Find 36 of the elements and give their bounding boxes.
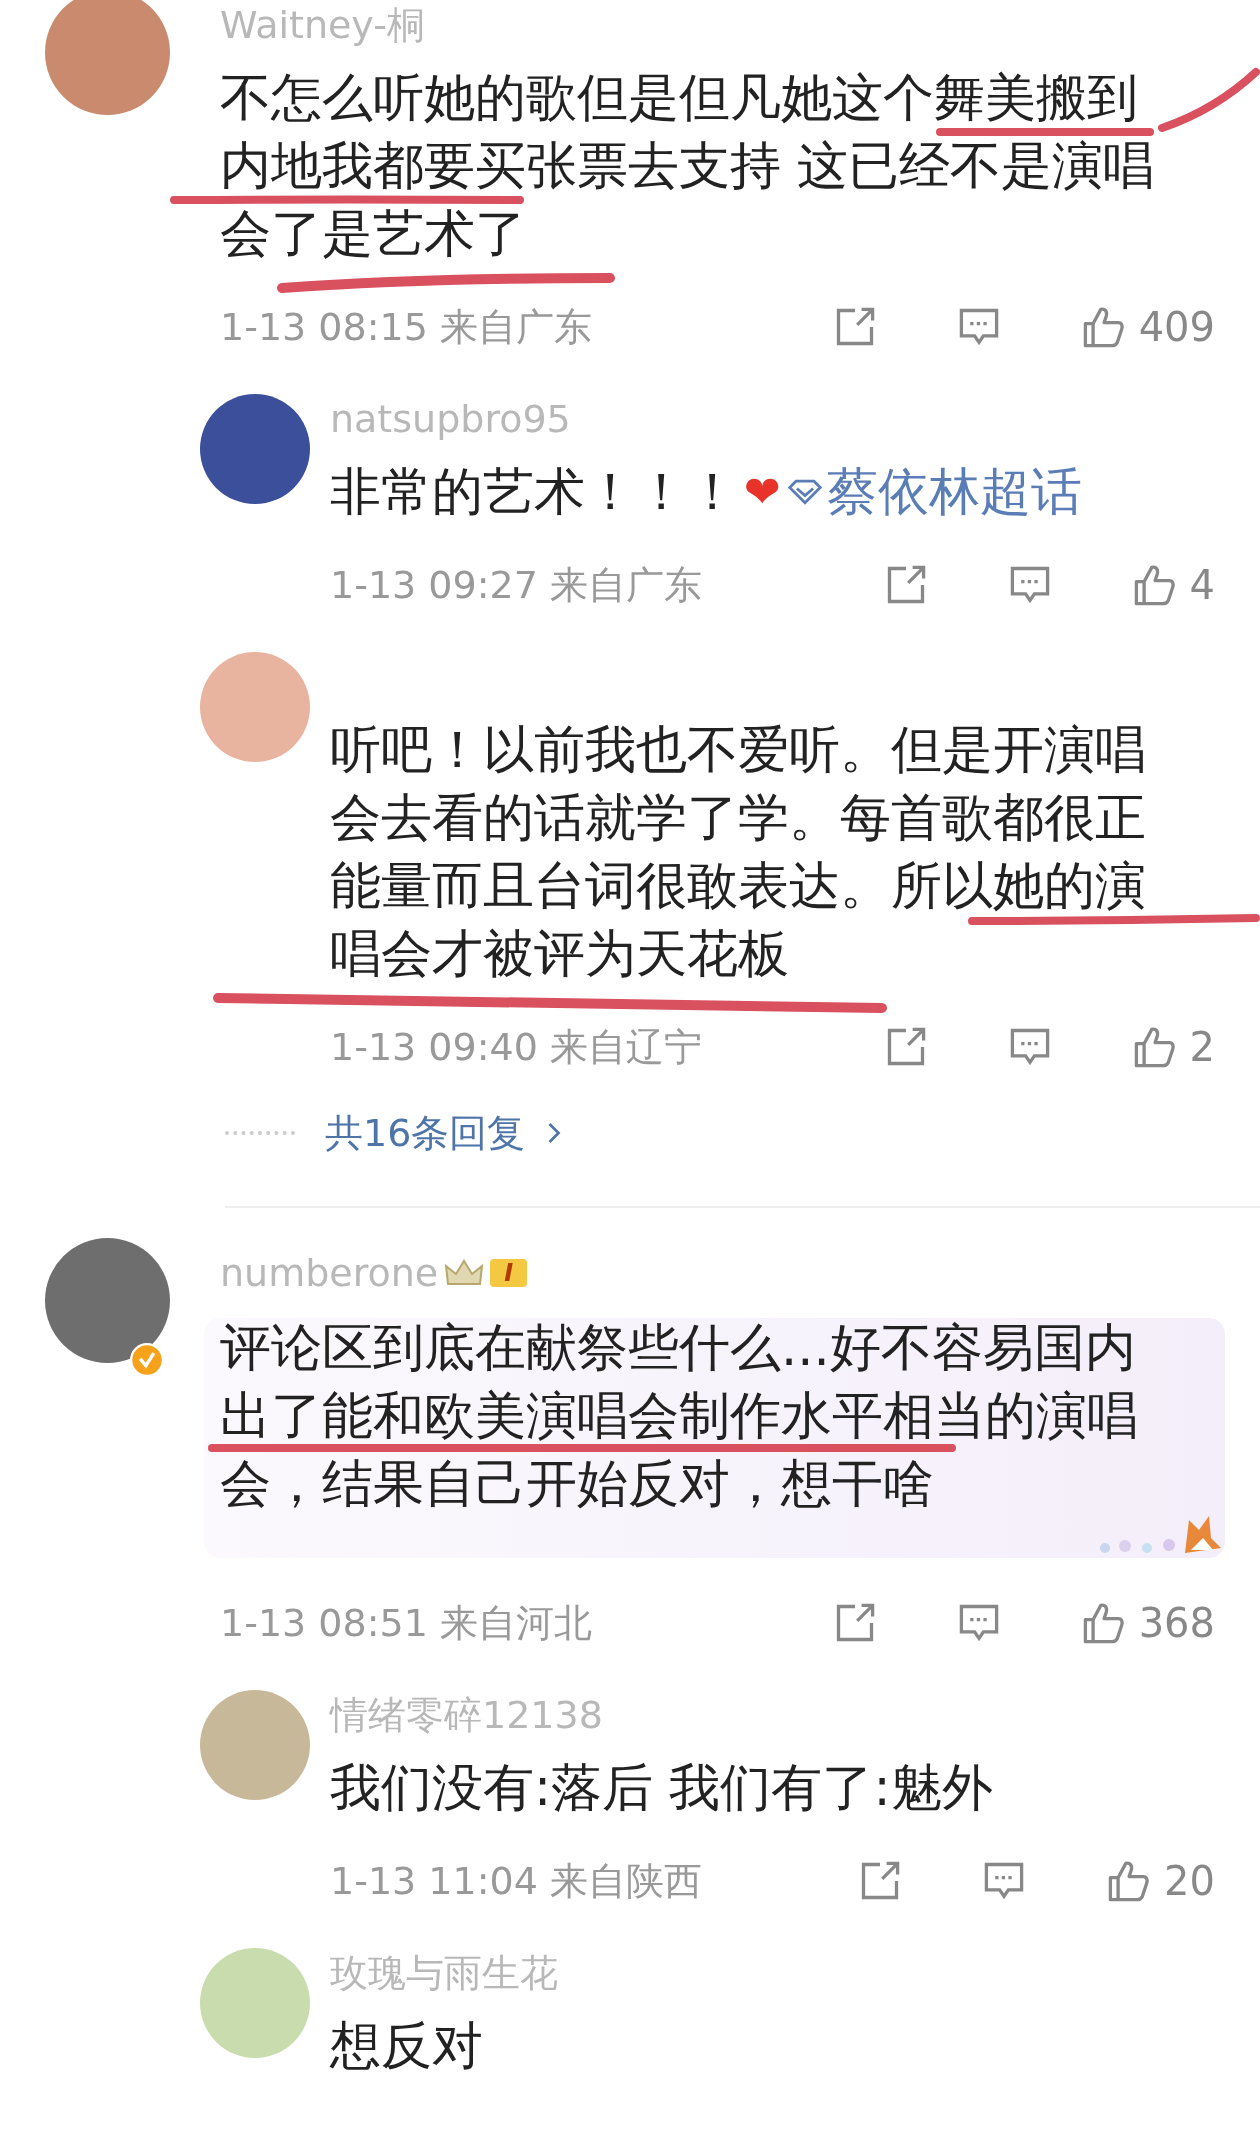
level-badge: I — [490, 1259, 528, 1287]
username[interactable]: numberone — [220, 1251, 439, 1295]
like-button[interactable]: 368 — [1080, 1600, 1215, 1646]
dotted-line — [225, 1131, 295, 1135]
reply-text: 我们没有:落后 我们有了:魅外 — [330, 1760, 993, 1816]
crown-icon — [444, 1258, 485, 1288]
reply-text: 非常的艺术！！！ — [330, 464, 738, 520]
comment-text: 出了能和欧美演唱会制作水平相当的演唱 — [220, 1388, 1138, 1444]
comment-text: 内地我都要买张票去支持 这已经不是演唱 — [220, 138, 1155, 194]
reply-text: 会去看的话就学了学。每首歌都很正 — [330, 790, 1146, 846]
more-replies-link[interactable]: 共16条回复 — [325, 1107, 564, 1159]
comment-time: 1-13 08:51 来自河北 — [220, 1599, 592, 1647]
reply-time: 1-13 11:04 来自陕西 — [330, 1857, 702, 1905]
comment-text: 不怎么听她的歌但是但凡她这个舞美搬到 — [220, 70, 1138, 126]
reply-text: 能量而且台词很敢表达。所以她的演 — [330, 858, 1146, 914]
comment-text: 会了是艺术了 — [220, 206, 526, 262]
username[interactable]: 情绪零碎12138 — [330, 1689, 603, 1741]
topic-link[interactable]: 蔡依林超话 — [786, 464, 1082, 520]
thumbs-up-icon — [1106, 1859, 1151, 1903]
comment-text: 会，结果自己开始反对，想干啥 — [220, 1456, 934, 1512]
reply-text: 听吧！以前我也不爱听。但是开演唱 — [330, 722, 1146, 778]
username[interactable]: natsupbro95 — [330, 397, 571, 441]
like-button[interactable]: 409 — [1080, 304, 1215, 350]
reply-time: 1-13 09:40 来自辽宁 — [330, 1023, 702, 1071]
diamond-icon — [786, 478, 823, 506]
username[interactable]: Waitney-桐 — [220, 0, 425, 51]
comment-text: 评论区到底在献祭些什么...好不容易国内 — [220, 1320, 1136, 1376]
like-button[interactable]: 2 — [1131, 1024, 1215, 1070]
heart-emoji: ❤ — [744, 465, 781, 519]
reply-text: 想反对 — [330, 2018, 483, 2074]
like-button[interactable]: 20 — [1106, 1858, 1215, 1904]
reply-time: 1-13 09:27 来自广东 — [330, 561, 702, 609]
reply-text: 唱会才被评为天花板 — [330, 926, 789, 982]
like-button[interactable]: 4 — [1131, 562, 1215, 608]
comment-time: 1-13 08:15 来自广东 — [220, 303, 592, 351]
username[interactable]: 玫瑰与雨生花 — [330, 1947, 558, 1999]
